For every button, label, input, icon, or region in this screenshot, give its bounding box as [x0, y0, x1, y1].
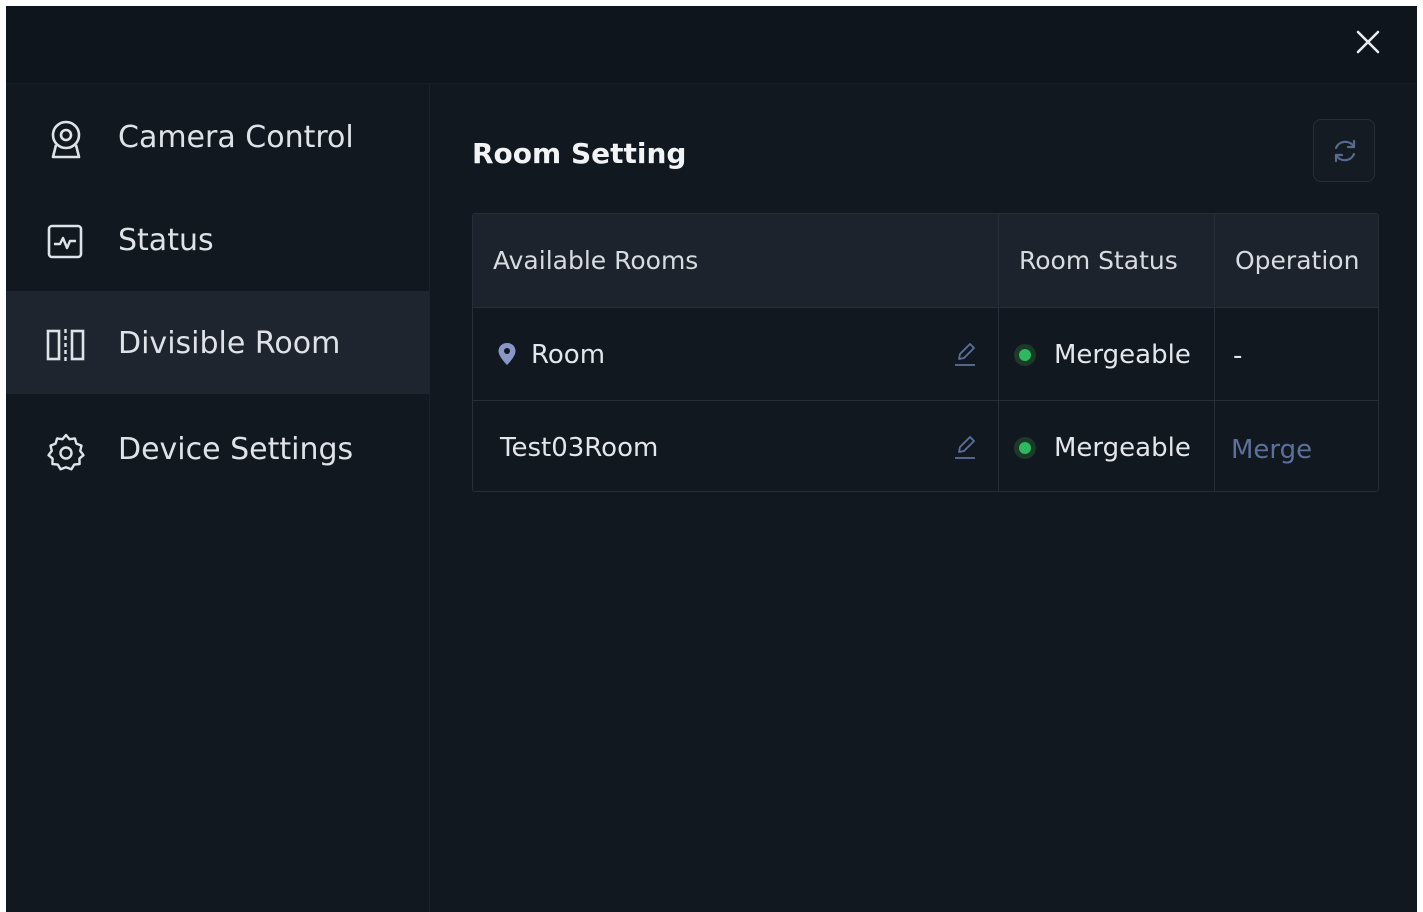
sidebar-item-label: Status	[118, 223, 214, 258]
divisible-room-icon	[44, 324, 88, 368]
dialog-window: Camera Control Status Divisible Room Dev…	[6, 6, 1417, 912]
sidebar: Camera Control Status Divisible Room Dev…	[6, 84, 430, 912]
sidebar-item-label: Camera Control	[118, 120, 354, 155]
column-header-available-rooms: Available Rooms	[493, 246, 699, 275]
table-row: Test03Room Mergeable Merge	[473, 401, 1378, 491]
room-status: Mergeable	[1054, 340, 1191, 370]
column-header-operation: Operation	[1235, 246, 1360, 275]
sidebar-item-device-settings[interactable]: Device Settings	[6, 394, 429, 497]
sidebar-item-label: Divisible Room	[118, 326, 341, 361]
status-indicator	[1014, 437, 1036, 459]
page-title: Room Setting	[472, 137, 687, 170]
location-pin-icon	[498, 343, 516, 365]
table-row: Room Mergeable -	[473, 308, 1378, 401]
sidebar-item-divisible-room[interactable]: Divisible Room	[6, 291, 429, 394]
room-status: Mergeable	[1054, 433, 1191, 463]
edit-icon[interactable]	[953, 434, 977, 460]
column-header-room-status: Room Status	[1019, 246, 1178, 275]
operation-placeholder: -	[1233, 341, 1243, 371]
camera-icon	[44, 117, 88, 161]
merge-link[interactable]: Merge	[1231, 437, 1312, 463]
edit-icon[interactable]	[953, 341, 977, 367]
refresh-button[interactable]	[1313, 119, 1375, 182]
main-panel: Room Setting Available Rooms Room Status…	[430, 84, 1417, 912]
table-header: Available Rooms Room Status Operation	[473, 214, 1378, 308]
sidebar-item-label: Device Settings	[118, 432, 354, 467]
close-icon	[1356, 30, 1380, 54]
sidebar-item-camera-control[interactable]: Camera Control	[6, 84, 429, 187]
rooms-table: Available Rooms Room Status Operation Ro…	[472, 213, 1379, 492]
pulse-icon	[44, 221, 88, 265]
room-name: Test03Room	[500, 433, 659, 463]
gear-icon	[44, 431, 88, 475]
title-bar	[6, 6, 1417, 84]
sidebar-item-status[interactable]: Status	[6, 187, 429, 290]
close-button[interactable]	[1352, 26, 1384, 58]
status-indicator	[1014, 344, 1036, 366]
refresh-icon	[1334, 139, 1356, 163]
room-name: Room	[531, 340, 606, 370]
